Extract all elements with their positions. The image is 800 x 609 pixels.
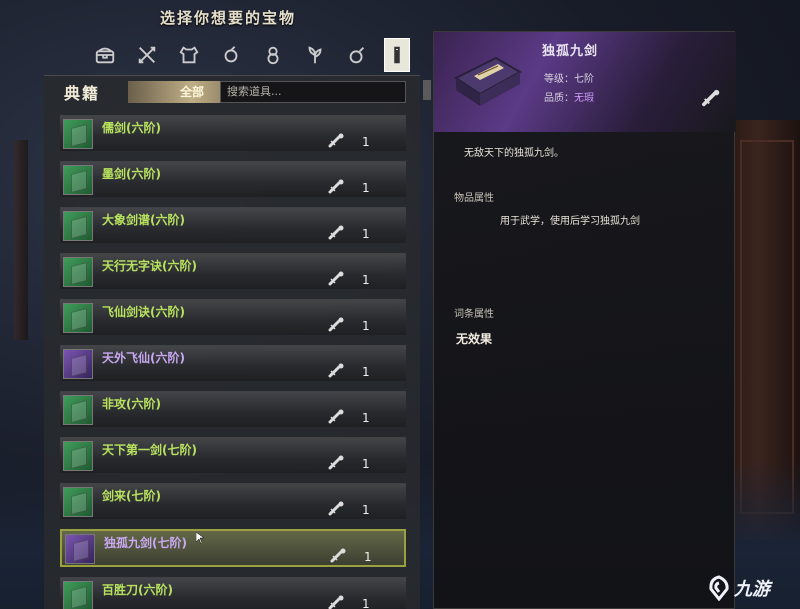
item-row[interactable]: 大象剑谱(六阶) 1: [60, 207, 406, 243]
tab-pill[interactable]: [336, 38, 378, 72]
quality-value: 无瑕: [574, 93, 594, 104]
pillar: [14, 140, 28, 340]
book-thumbnail-icon: [63, 165, 93, 195]
book-thumbnail-icon: [63, 487, 93, 517]
book-thumbnail-icon: [63, 257, 93, 287]
affix-attributes-text: 无效果: [456, 332, 493, 346]
item-count: 1: [362, 411, 370, 425]
tab-accessory[interactable]: [210, 38, 252, 72]
item-count: 1: [362, 457, 370, 471]
tab-herb[interactable]: [294, 38, 336, 72]
dialog-title: 选择你想要的宝物: [160, 9, 297, 27]
scroll-icon: [328, 317, 344, 332]
item-name: 百胜刀(六阶): [102, 583, 173, 597]
detail-quality: 品质：无瑕: [544, 89, 594, 104]
scroll-icon: [328, 501, 344, 516]
accessory-icon: [224, 46, 238, 63]
item-name: 天行无字诀(六阶): [102, 259, 197, 273]
search-input[interactable]: 搜索道具...: [220, 81, 406, 103]
scroll-icon: [328, 595, 344, 609]
scroll-icon: [328, 225, 344, 240]
item-count: 1: [362, 135, 370, 149]
armor-icon: [179, 46, 199, 64]
item-count: 1: [362, 597, 370, 609]
herb-icon: [308, 46, 322, 64]
watermark-text: 九游: [734, 579, 770, 600]
item-name: 剑来(七阶): [102, 489, 161, 503]
item-detail-panel: 独孤九剑 等级：七阶 品质：无瑕 无敌天下的独孤九剑。 物品属性 用于武学，使用…: [433, 31, 736, 609]
book-thumbnail-icon: [63, 441, 93, 471]
category-tabs: [84, 38, 410, 72]
grade-label: 等级：: [544, 74, 574, 85]
item-name: 飞仙剑诀(六阶): [102, 305, 185, 319]
book-thumbnail-icon: [63, 395, 93, 425]
detail-grade: 等级：七阶: [544, 70, 594, 85]
book-thumbnail-icon: [65, 534, 95, 564]
tab-gourd[interactable]: [252, 38, 294, 72]
item-count: 1: [362, 227, 370, 241]
panel-collapse-tab[interactable]: [423, 80, 431, 100]
pill-icon: [349, 47, 365, 64]
item-attributes-text: 用于武学，使用后学习独孤九剑: [500, 216, 640, 227]
item-row[interactable]: 天下第一剑(七阶) 1: [60, 437, 406, 473]
scroll-icon: [328, 363, 344, 378]
scroll-icon: [328, 179, 344, 194]
item-attributes-title: 物品属性: [454, 193, 494, 204]
tab-armor[interactable]: [168, 38, 210, 72]
affix-attributes-title: 词条属性: [454, 309, 494, 320]
weapons-icon: [138, 46, 156, 64]
item-row[interactable]: 百胜刀(六阶) 1: [60, 577, 406, 609]
chest-icon: [95, 47, 115, 64]
book-thumbnail-icon: [63, 581, 93, 609]
item-name: 非攻(六阶): [102, 397, 161, 411]
item-row[interactable]: 墨剑(六阶) 1: [60, 161, 406, 197]
item-list: 儒剑(六阶) 1 墨剑(六阶) 1 大象剑谱(六阶) 1 天行无字诀(六阶) 1 飞仙剑诀(六阶…: [60, 115, 406, 609]
item-count: 1: [362, 503, 370, 517]
book-icon: [394, 46, 400, 64]
scroll-icon[interactable]: [701, 88, 723, 108]
book-thumbnail-icon: [63, 119, 93, 149]
item-row[interactable]: 天外飞仙(六阶) 1: [60, 345, 406, 381]
item-count: 1: [362, 273, 370, 287]
tab-weapons[interactable]: [126, 38, 168, 72]
item-row[interactable]: 非攻(六阶) 1: [60, 391, 406, 427]
item-name: 天下第一剑(七阶): [102, 443, 197, 457]
detail-item-name: 独孤九剑: [542, 44, 599, 59]
gourd-icon: [267, 46, 279, 65]
panel-header: 典籍: [64, 81, 100, 103]
watermark-logo-icon: [709, 575, 729, 601]
scroll-icon: [328, 271, 344, 286]
category-heading: 典籍: [64, 84, 101, 103]
item-count: 1: [362, 319, 370, 333]
scroll-icon: [328, 133, 344, 148]
item-name: 天外飞仙(六阶): [102, 351, 185, 365]
item-row[interactable]: 飞仙剑诀(六阶) 1: [60, 299, 406, 335]
book-thumbnail-icon: [63, 211, 93, 241]
mouse-cursor-icon: [196, 532, 204, 544]
item-list-panel: 典籍 全部 搜索道具... 儒剑(六阶) 1 墨剑(六阶) 1 大象剑谱(六阶) 1 天行无…: [44, 75, 420, 609]
watermark: 九游: [706, 575, 770, 601]
tab-chest[interactable]: [84, 38, 126, 72]
scroll-icon: [328, 409, 344, 424]
item-name: 儒剑(六阶): [102, 121, 161, 135]
item-name: 墨剑(六阶): [102, 167, 161, 181]
item-row[interactable]: 独孤九剑(七阶) 1: [60, 529, 406, 567]
item-row[interactable]: 天行无字诀(六阶) 1: [60, 253, 406, 289]
item-name: 大象剑谱(六阶): [102, 213, 185, 227]
item-name: 独孤九剑(七阶): [104, 536, 187, 550]
book-thumbnail-icon: [63, 303, 93, 333]
item-count: 1: [364, 550, 372, 564]
item-count: 1: [362, 365, 370, 379]
item-row[interactable]: 剑来(七阶) 1: [60, 483, 406, 519]
tab-books[interactable]: [384, 38, 410, 72]
detail-description: 无敌天下的独孤九剑。: [464, 148, 564, 159]
grade-value: 七阶: [574, 74, 594, 85]
book-thumbnail-icon: [63, 349, 93, 379]
scroll-icon: [328, 455, 344, 470]
book-image-icon: [454, 56, 523, 106]
item-row[interactable]: 儒剑(六阶) 1: [60, 115, 406, 151]
quality-label: 品质：: [544, 93, 574, 104]
scroll-icon: [330, 548, 346, 563]
item-count: 1: [362, 181, 370, 195]
